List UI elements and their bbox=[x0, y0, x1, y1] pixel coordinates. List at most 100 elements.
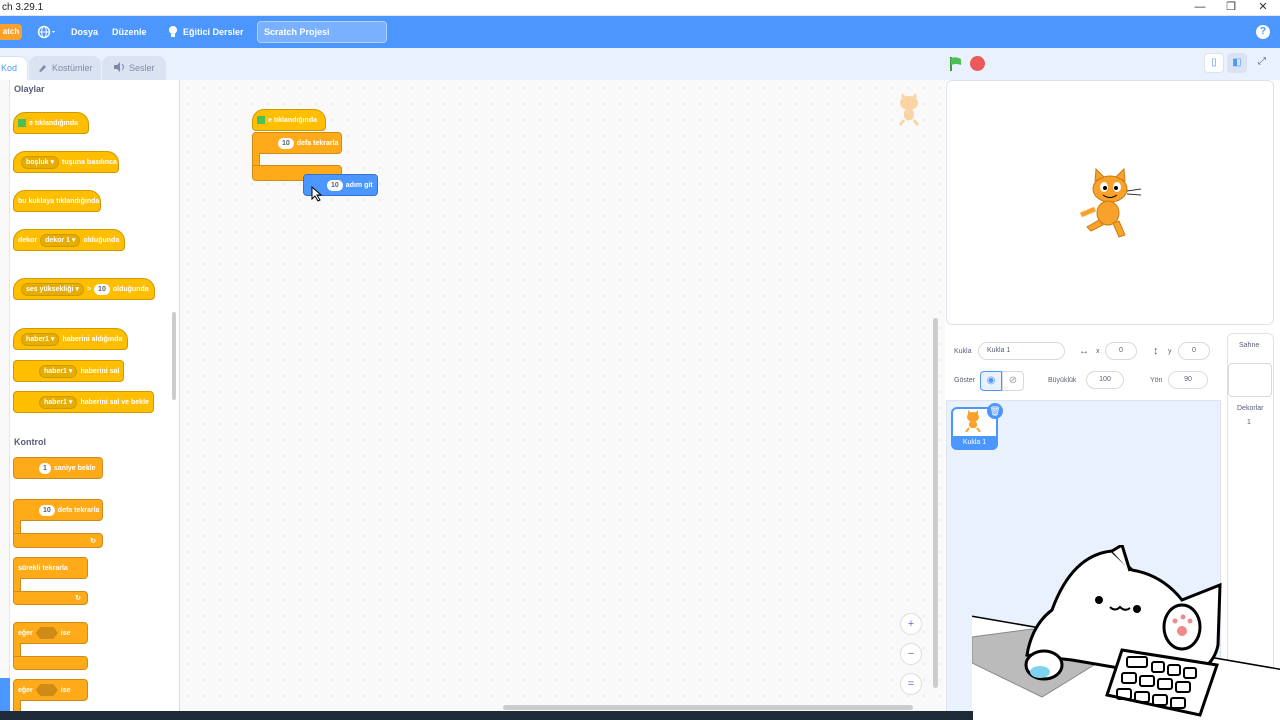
globe-icon bbox=[37, 25, 55, 39]
repeat-block[interactable]: 10 defa tekrarla bbox=[13, 499, 103, 521]
events-heading: Olaylar bbox=[14, 84, 45, 94]
backdrop-dropdown[interactable]: dekor 1 ▾ bbox=[40, 233, 81, 247]
sprite-name-label: Kukla bbox=[954, 348, 972, 355]
scratch-logo[interactable]: atch bbox=[0, 24, 22, 40]
when-receive-block[interactable]: haber1 ▾ haberini aldığında bbox=[13, 328, 128, 350]
backdrop-thumbnail[interactable] bbox=[1228, 363, 1272, 397]
bongo-cat-overlay bbox=[972, 545, 1280, 720]
tab-costumes-label: Kostümler bbox=[52, 63, 93, 73]
if-else-block[interactable]: eğer ise bbox=[13, 679, 88, 701]
broadcast-and-wait-block[interactable]: haber1 ▾ haberini sal ve bekle bbox=[13, 391, 154, 413]
sprite-tile-name: Kukla 1 bbox=[951, 436, 998, 450]
condition-slot-2[interactable] bbox=[35, 684, 58, 696]
workspace-vertical-scrollbar[interactable] bbox=[933, 318, 938, 688]
script-when-flag-clicked[interactable]: e tıklandığında bbox=[252, 109, 326, 131]
speaker-icon bbox=[114, 62, 124, 72]
small-stage-icon[interactable]: ▯ bbox=[1204, 53, 1224, 73]
palette-scrollbar[interactable] bbox=[172, 312, 176, 400]
when-greater-than-block[interactable]: ses yüksekliği ▾ >10 olduğunda bbox=[13, 278, 155, 300]
lightbulb-icon bbox=[169, 26, 177, 37]
stage-title: Sahne bbox=[1239, 342, 1260, 349]
menu-bar: atch Dosya Düzenle Eğitici Dersler Scrat… bbox=[0, 16, 1280, 48]
when-sprite-clicked-block[interactable]: bu kuklaya tıklandığında bbox=[13, 190, 101, 212]
sprite-name-input[interactable]: Kukla 1 bbox=[978, 342, 1065, 360]
delete-sprite-icon[interactable]: 🗑 bbox=[987, 403, 1003, 419]
mouse-cursor-icon bbox=[311, 186, 323, 202]
fullscreen-icon[interactable]: ⤢ bbox=[1252, 53, 1272, 73]
threshold-input[interactable]: 10 bbox=[94, 283, 110, 295]
direction-label: Yön bbox=[1150, 377, 1163, 384]
control-heading: Kontrol bbox=[14, 437, 46, 447]
tutorials-button[interactable]: Eğitici Dersler bbox=[167, 24, 244, 40]
size-label: Büyüklük bbox=[1048, 377, 1077, 384]
when-flag-clicked-block[interactable]: e tıklandığında bbox=[13, 112, 89, 134]
tutorials-label: Eğitici Dersler bbox=[183, 27, 244, 37]
forever-block[interactable]: sürekli tekrarla bbox=[13, 557, 88, 579]
maximize-button[interactable]: ❐ bbox=[1214, 0, 1248, 16]
forever-block-arm bbox=[13, 578, 21, 592]
direction-input[interactable]: 90 bbox=[1168, 371, 1208, 389]
sensor-dropdown[interactable]: ses yüksekliği ▾ bbox=[21, 282, 84, 296]
y-position-input[interactable]: 0 bbox=[1178, 342, 1210, 360]
wait-block[interactable]: 1 saniye bekle bbox=[13, 457, 103, 479]
when-backdrop-switches-block[interactable]: dekor dekor 1 ▾ olduğunda bbox=[13, 229, 125, 251]
normal-stage-icon[interactable]: ◧ bbox=[1227, 53, 1247, 73]
minimize-button[interactable]: — bbox=[1183, 0, 1217, 16]
repeat-count-input[interactable]: 10 bbox=[39, 504, 55, 516]
if-block-foot bbox=[13, 656, 88, 670]
if-block-arm bbox=[13, 643, 21, 657]
move-steps-input[interactable]: 10 bbox=[327, 179, 343, 191]
editor-tabs: Kod Kostümler Sesler bbox=[0, 48, 945, 80]
show-sprite-icon[interactable]: ◉ bbox=[980, 371, 1002, 391]
category-menu[interactable] bbox=[0, 80, 10, 720]
size-input[interactable]: 100 bbox=[1086, 371, 1124, 389]
backdrops-count: 1 bbox=[1247, 419, 1251, 426]
category-selected-indicator[interactable] bbox=[0, 678, 10, 711]
window-title: ch 3.29.1 bbox=[2, 2, 44, 13]
wait-seconds-input[interactable]: 1 bbox=[39, 462, 51, 474]
hide-sprite-icon[interactable]: ⊘ bbox=[1002, 371, 1024, 391]
zoom-in-button[interactable]: + bbox=[900, 613, 922, 635]
repeat-block-foot: ↻ bbox=[13, 533, 103, 548]
workspace-horizontal-scrollbar[interactable] bbox=[503, 705, 913, 710]
zoom-reset-button[interactable]: = bbox=[900, 673, 922, 695]
tab-code[interactable]: Kod bbox=[0, 56, 28, 80]
edit-menu[interactable]: Düzenle bbox=[112, 26, 147, 38]
broadcast-wait-dropdown[interactable]: haber1 ▾ bbox=[39, 395, 78, 409]
broadcast-dropdown[interactable]: haber1 ▾ bbox=[39, 364, 78, 378]
window-title-bar: ch 3.29.1 — ❐ ✕ bbox=[0, 0, 1280, 16]
when-key-pressed-block[interactable]: boşluk ▾ tuşuna basılınca bbox=[13, 151, 119, 173]
tab-sounds[interactable]: Sesler bbox=[102, 56, 166, 80]
x-position-input[interactable]: 0 bbox=[1105, 342, 1137, 360]
costume-brush-icon bbox=[39, 65, 46, 72]
if-else-block-arm bbox=[13, 700, 21, 711]
condition-slot[interactable] bbox=[35, 627, 58, 639]
close-button[interactable]: ✕ bbox=[1246, 0, 1280, 16]
key-dropdown[interactable]: boşluk ▾ bbox=[21, 155, 60, 169]
script-repeat-count-input[interactable]: 10 bbox=[278, 137, 294, 149]
green-flag-icon[interactable] bbox=[948, 56, 964, 72]
sprite-thumbnail-cat bbox=[965, 410, 981, 432]
if-block[interactable]: eğer ise bbox=[13, 622, 88, 644]
zoom-out-button[interactable]: − bbox=[900, 643, 922, 665]
language-menu[interactable] bbox=[37, 25, 59, 39]
os-taskbar bbox=[0, 711, 973, 720]
repeat-block-arm bbox=[13, 520, 21, 534]
script-repeat-block[interactable]: 10 defa tekrarla bbox=[252, 132, 342, 154]
project-title-input[interactable]: Scratch Projesi bbox=[257, 21, 387, 43]
forever-block-foot: ↻ bbox=[13, 591, 88, 605]
message-dropdown[interactable]: haber1 ▾ bbox=[21, 332, 60, 346]
x-label: x bbox=[1096, 348, 1100, 355]
script-green-flag-icon bbox=[257, 116, 265, 124]
tab-sounds-label: Sesler bbox=[129, 63, 155, 73]
help-icon[interactable]: ? bbox=[1256, 25, 1270, 39]
y-arrows-icon: ↕ bbox=[1153, 345, 1159, 357]
show-label: Göster bbox=[954, 377, 976, 384]
broadcast-block[interactable]: haber1 ▾ haberini sal bbox=[13, 360, 124, 382]
file-menu[interactable]: Dosya bbox=[71, 26, 98, 38]
sprite-watermark-icon bbox=[898, 93, 920, 126]
cat-sprite[interactable] bbox=[1075, 165, 1145, 240]
backdrops-label: Dekorlar bbox=[1237, 405, 1264, 412]
stop-icon[interactable] bbox=[970, 56, 985, 71]
x-arrows-icon: ↔ bbox=[1079, 346, 1089, 357]
